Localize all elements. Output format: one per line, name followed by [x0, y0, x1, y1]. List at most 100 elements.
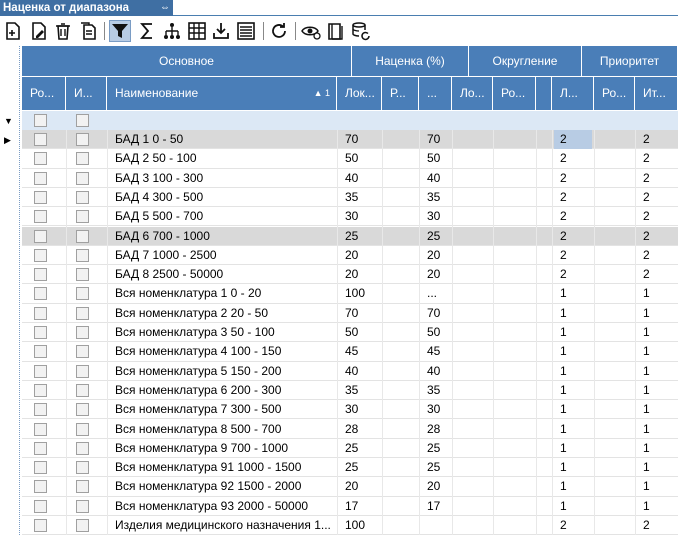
item-name-cell[interactable]: БАД 1 0 - 50: [107, 130, 337, 149]
column-header-10[interactable]: Ро...: [594, 77, 635, 110]
row-checkbox-i[interactable]: [76, 229, 89, 243]
item-name-cell[interactable]: Вся номенклатура 93 2000 - 50000: [107, 497, 337, 516]
priority-l-cell[interactable]: 2: [552, 516, 594, 535]
priority-l-cell[interactable]: 1: [552, 323, 594, 342]
item-name-cell[interactable]: Вся номенклатура 92 1500 - 2000: [107, 477, 337, 496]
row-checkbox-i[interactable]: [76, 268, 89, 282]
priority-l-cell[interactable]: 1: [552, 304, 594, 323]
item-name-cell[interactable]: Вся номенклатура 5 150 - 200: [107, 362, 337, 381]
item-name-cell[interactable]: Вся номенклатура 6 200 - 300: [107, 381, 337, 400]
table-row[interactable]: БАД 1 0 - 50 70 70 2 2: [22, 130, 678, 150]
row-checkbox-ro[interactable]: [34, 499, 47, 513]
item-name-cell[interactable]: БАД 5 500 - 700: [107, 207, 337, 226]
markup-lok-cell[interactable]: 30: [337, 400, 382, 419]
markup-value-cell[interactable]: ...: [419, 284, 452, 303]
item-name-cell[interactable]: Вся номенклатура 4 100 - 150: [107, 342, 337, 361]
markup-value-cell[interactable]: 50: [419, 323, 452, 342]
table-row[interactable]: Вся номенклатура 7 300 - 500 30 30 1 1: [22, 400, 678, 420]
row-checkbox-i[interactable]: [76, 480, 89, 494]
markup-value-cell[interactable]: 40: [419, 169, 452, 188]
table-row[interactable]: Вся номенклатура 5 150 - 200 40 40 1 1: [22, 362, 678, 381]
copy-document-button[interactable]: [77, 20, 99, 42]
column-header-8[interactable]: [536, 77, 552, 110]
row-checkbox-ro[interactable]: [34, 171, 47, 185]
row-checkbox-i[interactable]: [76, 441, 89, 455]
filter-row[interactable]: [22, 111, 678, 130]
item-name-cell[interactable]: БАД 6 700 - 1000: [107, 227, 337, 246]
priority-l-cell[interactable]: 1: [552, 497, 594, 516]
markup-lok-cell[interactable]: 100: [337, 284, 382, 303]
filter-checkbox-0[interactable]: [34, 114, 47, 127]
priority-l-cell[interactable]: 2: [552, 149, 594, 168]
row-checkbox-ro[interactable]: [34, 345, 47, 359]
markup-lok-cell[interactable]: 25: [337, 439, 382, 458]
priority-total-cell[interactable]: 2: [635, 516, 678, 535]
markup-lok-cell[interactable]: 35: [337, 188, 382, 207]
item-name-cell[interactable]: Вся номенклатура 9 700 - 1000: [107, 439, 337, 458]
list-button[interactable]: [235, 20, 257, 42]
view-settings-button[interactable]: [300, 20, 322, 42]
table-row[interactable]: Вся номенклатура 8 500 - 700 28 28 1 1: [22, 420, 678, 439]
column-header-6[interactable]: Ло...: [452, 77, 493, 110]
row-checkbox-ro[interactable]: [34, 422, 47, 436]
markup-value-cell[interactable]: 20: [419, 265, 452, 284]
row-checkbox-i[interactable]: [76, 403, 89, 417]
markup-lok-cell[interactable]: 25: [337, 227, 382, 246]
markup-lok-cell[interactable]: 28: [337, 420, 382, 439]
export-button[interactable]: [210, 20, 232, 42]
table-row[interactable]: БАД 3 100 - 300 40 40 2 2: [22, 169, 678, 188]
priority-total-cell[interactable]: 1: [635, 420, 678, 439]
markup-lok-cell[interactable]: 35: [337, 381, 382, 400]
filter-checkbox-1[interactable]: [76, 114, 89, 127]
edit-document-button[interactable]: [28, 20, 50, 42]
markup-value-cell[interactable]: 25: [419, 227, 452, 246]
markup-value-cell[interactable]: 30: [419, 207, 452, 226]
row-checkbox-i[interactable]: [76, 364, 89, 378]
item-name-cell[interactable]: Вся номенклатура 1 0 - 20: [107, 284, 337, 303]
priority-l-cell[interactable]: 1: [552, 342, 594, 361]
row-checkbox-i[interactable]: [76, 326, 89, 339]
band-header-1[interactable]: Наценка (%): [352, 46, 469, 76]
table-row[interactable]: Изделия медицинского назначения 1... 100 2…: [22, 516, 678, 535]
row-checkbox-ro[interactable]: [34, 190, 47, 204]
markup-lok-cell[interactable]: 30: [337, 207, 382, 226]
table-row[interactable]: Вся номенклатура 6 200 - 300 35 35 1 1: [22, 381, 678, 401]
row-checkbox-ro[interactable]: [34, 441, 47, 455]
priority-l-cell[interactable]: 1: [552, 420, 594, 439]
markup-value-cell[interactable]: 70: [419, 304, 452, 323]
markup-value-cell[interactable]: 17: [419, 497, 452, 516]
markup-value-cell[interactable]: 30: [419, 400, 452, 419]
row-checkbox-ro[interactable]: [34, 403, 47, 417]
item-name-cell[interactable]: БАД 3 100 - 300: [107, 169, 337, 188]
column-header-2[interactable]: Наименование ▲ 1: [107, 77, 337, 110]
table-row[interactable]: Вся номенклатура 9 700 - 1000 25 25 1 1: [22, 439, 678, 459]
row-checkbox-i[interactable]: [76, 248, 89, 262]
priority-total-cell[interactable]: 1: [635, 439, 678, 458]
row-checkbox-ro[interactable]: [34, 229, 47, 243]
markup-value-cell[interactable]: 40: [419, 362, 452, 381]
refresh-button[interactable]: [268, 20, 290, 42]
table-row[interactable]: Вся номенклатура 2 20 - 50 70 70 1 1: [22, 304, 678, 323]
table-row[interactable]: БАД 7 1000 - 2500 20 20 2 2: [22, 246, 678, 266]
delete-button[interactable]: [52, 20, 74, 42]
row-checkbox-ro[interactable]: [34, 461, 47, 475]
row-checkbox-i[interactable]: [76, 383, 89, 397]
markup-value-cell[interactable]: 35: [419, 381, 452, 400]
table-row[interactable]: Вся номенклатура 91 1000 - 1500 25 25 1 1: [22, 458, 678, 478]
markup-lok-cell[interactable]: 50: [337, 149, 382, 168]
band-header-3[interactable]: Приоритет: [582, 46, 678, 76]
row-checkbox-ro[interactable]: [34, 383, 47, 397]
priority-l-cell[interactable]: 1: [552, 362, 594, 381]
row-checkbox-i[interactable]: [76, 133, 89, 146]
row-checkbox-i[interactable]: [76, 461, 89, 475]
priority-total-cell[interactable]: 2: [635, 246, 678, 265]
markup-value-cell[interactable]: 70: [419, 130, 452, 149]
markup-value-cell[interactable]: [419, 516, 452, 535]
markup-value-cell[interactable]: 45: [419, 342, 452, 361]
priority-total-cell[interactable]: 1: [635, 381, 678, 400]
row-checkbox-i[interactable]: [76, 152, 89, 166]
priority-l-cell[interactable]: 2: [552, 246, 594, 265]
priority-total-cell[interactable]: 1: [635, 400, 678, 419]
priority-total-cell[interactable]: 1: [635, 304, 678, 323]
row-checkbox-ro[interactable]: [34, 519, 47, 532]
